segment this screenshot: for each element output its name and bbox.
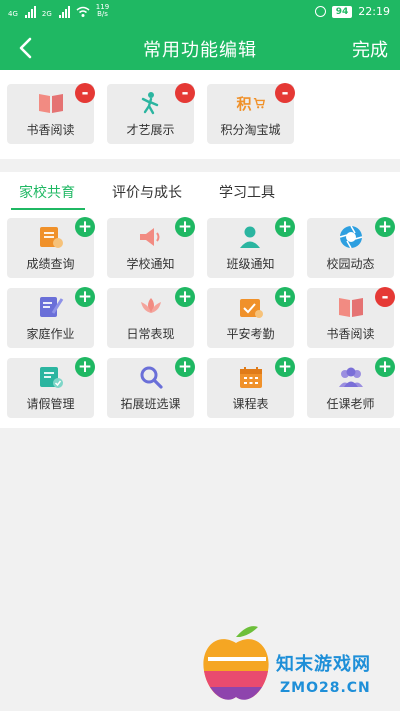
points-icon-text: 积 (236, 94, 252, 113)
calendar-icon (237, 365, 265, 389)
grid-tile-school-notice[interactable]: 学校通知 + (107, 217, 195, 278)
net-speed: 119 B/s (96, 4, 109, 18)
alarm-icon (314, 6, 326, 17)
grid-tile-timetable[interactable]: 课程表 + (207, 357, 295, 418)
grid-label: 书香阅读 (326, 327, 375, 341)
tab-home-school[interactable]: 家校共育 (19, 182, 75, 202)
add-icon[interactable]: + (375, 217, 395, 237)
grid-tile-class-notice[interactable]: 班级通知 + (207, 217, 295, 278)
add-icon[interactable]: + (175, 357, 195, 377)
favorite-label: 才艺展示 (126, 123, 175, 137)
search-icon (137, 365, 165, 389)
grid-label: 课程表 (232, 397, 269, 411)
signal-label-1: 4G (8, 10, 18, 18)
signal-icon (24, 6, 36, 18)
status-left: 4G 2G 119 B/s (8, 4, 109, 18)
grid-label: 校园动态 (326, 257, 375, 271)
grid-tile-teachers[interactable]: 任课老师 + (307, 357, 395, 418)
favorite-label: 书香阅读 (26, 123, 75, 137)
lotus-icon (137, 295, 165, 319)
signal-icon-2 (58, 6, 70, 18)
report-icon (37, 225, 65, 249)
camera-shutter-icon (337, 225, 365, 249)
remove-icon[interactable]: - (75, 83, 95, 103)
watermark-apple-logo (203, 626, 269, 700)
active-tab-indicator (11, 208, 85, 210)
watermark-text-cn: 知末游戏网 (276, 654, 371, 675)
signal-label-2: 2G (41, 10, 52, 18)
remove-icon[interactable]: - (375, 287, 395, 307)
book-icon (37, 91, 65, 115)
tab-evaluation[interactable]: 评价与成长 (112, 182, 182, 202)
grid-tile-attendance[interactable]: 平安考勤 + (207, 287, 295, 348)
tab-study-tools[interactable]: 学习工具 (219, 182, 275, 202)
status-bar: 4G 2G 119 B/s 94 22:19 (0, 0, 400, 26)
net-speed-unit: B/s (97, 10, 108, 18)
grid-tile-campus-news[interactable]: 校园动态 + (307, 217, 395, 278)
speaker-icon (137, 225, 165, 249)
teachers-icon (337, 365, 365, 389)
remove-icon[interactable]: - (275, 83, 295, 103)
attendance-icon (237, 295, 265, 319)
favorite-tile-points-mall[interactable]: 积 积分淘宝城 - (207, 83, 295, 144)
homework-icon (37, 295, 65, 319)
grid-label: 任课老师 (326, 397, 375, 411)
add-icon[interactable]: + (375, 357, 395, 377)
add-icon[interactable]: + (75, 287, 95, 307)
book-icon (337, 295, 365, 319)
favorites-section: 书香阅读 - 才艺展示 - 积 积分淘宝城 - (0, 70, 400, 159)
favorite-tile-talent[interactable]: 才艺展示 - (107, 83, 195, 144)
leave-icon (37, 365, 65, 389)
grid-label: 拓展班选课 (120, 397, 181, 411)
grid-label: 请假管理 (26, 397, 75, 411)
grid-tile-homework[interactable]: 家庭作业 + (7, 287, 95, 348)
header-bar: 常用功能编辑 完成 (0, 26, 400, 70)
grid-tile-leave[interactable]: 请假管理 + (7, 357, 95, 418)
add-icon[interactable]: + (275, 217, 295, 237)
grid-label: 日常表现 (126, 327, 175, 341)
person-icon (237, 225, 265, 249)
done-button[interactable]: 完成 (352, 36, 388, 62)
grid-label: 学校通知 (126, 257, 175, 271)
grid-tile-course-select[interactable]: 拓展班选课 + (107, 357, 195, 418)
grid-tile-daily[interactable]: 日常表现 + (107, 287, 195, 348)
add-icon[interactable]: + (175, 217, 195, 237)
grid-label: 平安考勤 (226, 327, 275, 341)
remove-icon[interactable]: - (175, 83, 195, 103)
page-title: 常用功能编辑 (143, 40, 257, 61)
status-right: 94 22:19 (314, 5, 390, 18)
dancer-icon (137, 91, 165, 115)
add-icon[interactable]: + (275, 287, 295, 307)
grid-label: 班级通知 (226, 257, 275, 271)
category-tabs: 家校共育 评价与成长 学习工具 (0, 172, 400, 210)
grid-label: 家庭作业 (26, 327, 75, 341)
add-icon[interactable]: + (75, 357, 95, 377)
grid-tile-reading[interactable]: 书香阅读 - (307, 287, 395, 348)
favorite-tile-reading[interactable]: 书香阅读 - (7, 83, 95, 144)
status-time: 22:19 (358, 5, 390, 18)
grid-tile-grades[interactable]: 成绩查询 + (7, 217, 95, 278)
add-icon[interactable]: + (275, 357, 295, 377)
function-library: 家校共育 评价与成长 学习工具 成绩查询 + 学校通知 + 班级通知 + 校园动… (0, 172, 400, 428)
favorite-label: 积分淘宝城 (220, 123, 281, 137)
grid-label: 成绩查询 (26, 257, 75, 271)
points-cart-icon: 积 (237, 91, 265, 115)
watermark-text-url: ZMO28.CN (280, 680, 371, 696)
wifi-icon (76, 6, 90, 17)
battery-icon: 94 (331, 5, 353, 18)
add-icon[interactable]: + (175, 287, 195, 307)
add-icon[interactable]: + (75, 217, 95, 237)
